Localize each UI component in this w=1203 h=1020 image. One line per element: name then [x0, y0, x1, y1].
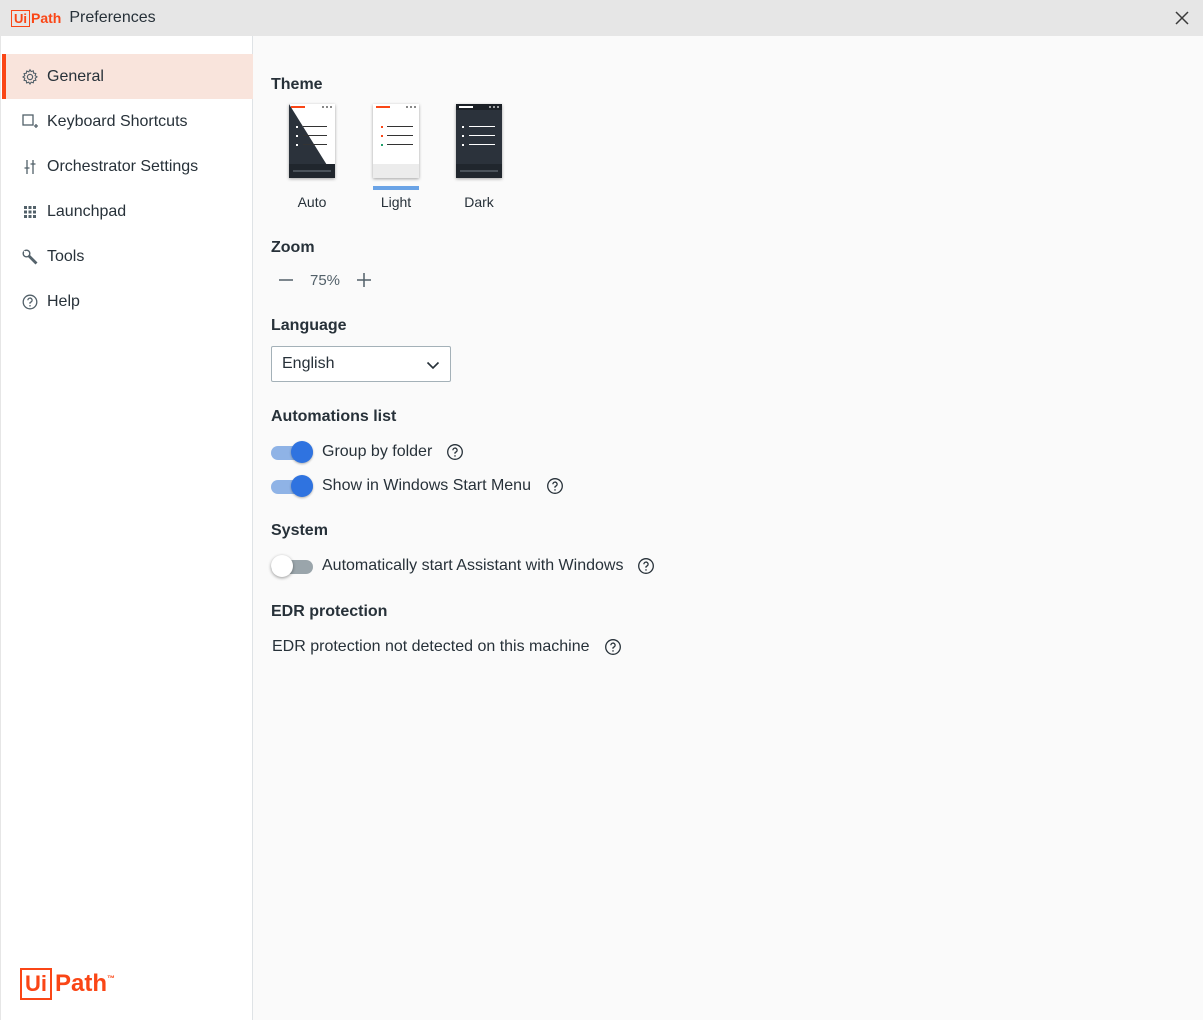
- light-theme-thumbnail: [373, 104, 419, 178]
- sidebar-item-help[interactable]: Help: [2, 279, 253, 324]
- language-section-title: Language: [271, 317, 347, 334]
- auto-start-toggle[interactable]: [271, 554, 313, 578]
- uipath-logo: Ui Path ™: [20, 968, 115, 1000]
- zoom-out-button[interactable]: [271, 268, 301, 292]
- sidebar-item-tools[interactable]: Tools: [2, 234, 253, 279]
- help-icon[interactable]: [637, 557, 655, 575]
- theme-label: Auto: [297, 194, 327, 210]
- sidebar-item-keyboard-shortcuts[interactable]: Keyboard Shortcuts: [2, 99, 253, 144]
- zoom-value: 75%: [309, 271, 341, 289]
- show-in-start-menu-toggle[interactable]: [271, 474, 313, 498]
- logo-ui: Ui: [20, 968, 52, 1000]
- toggle-label: Show in Windows Start Menu: [322, 477, 531, 494]
- group-by-folder-toggle[interactable]: [271, 440, 313, 464]
- window-title: Preferences: [69, 9, 156, 26]
- help-circle-icon: [21, 293, 39, 311]
- keyboard-shortcut-icon: [21, 113, 39, 131]
- plus-icon: [357, 273, 371, 287]
- zoom-control: 75%: [271, 268, 379, 292]
- theme-option-light[interactable]: Light: [366, 102, 426, 217]
- edr-status-row: EDR protection not detected on this mach…: [272, 636, 622, 658]
- theme-label: Dark: [464, 194, 494, 210]
- logo-path: Path: [31, 10, 62, 26]
- theme-section-title: Theme: [271, 76, 323, 93]
- sidebar: General Keyboard Shortcuts Orchestrator …: [0, 36, 253, 1020]
- language-selected-value: English: [282, 355, 335, 372]
- logo-ui: Ui: [11, 9, 30, 27]
- logo-path: Path: [55, 970, 108, 997]
- title-bar: Ui Path Preferences: [0, 0, 1203, 36]
- theme-label: Light: [380, 194, 412, 210]
- sidebar-item-launchpad[interactable]: Launchpad: [2, 189, 253, 234]
- close-icon[interactable]: [1173, 9, 1191, 27]
- automations-section-title: Automations list: [271, 408, 397, 425]
- sidebar-item-label: Launchpad: [47, 202, 127, 220]
- main-panel: Theme Auto Light Dark Zoom 75% Language …: [254, 36, 1203, 1020]
- toggle-label: Automatically start Assistant with Windo…: [322, 557, 624, 574]
- chevron-down-icon: [426, 358, 440, 372]
- system-section-title: System: [271, 522, 328, 539]
- auto-start-row: Automatically start Assistant with Windo…: [271, 554, 655, 578]
- auto-theme-thumbnail: [289, 104, 335, 178]
- help-icon[interactable]: [446, 443, 464, 461]
- theme-option-auto[interactable]: Auto: [282, 102, 342, 217]
- theme-option-dark[interactable]: Dark: [449, 102, 509, 217]
- dark-theme-thumbnail: [456, 104, 502, 178]
- app-logo: Ui Path: [11, 9, 62, 27]
- sidebar-item-label: General: [47, 67, 104, 85]
- language-dropdown[interactable]: English: [271, 346, 451, 382]
- sidebar-item-orchestrator-settings[interactable]: Orchestrator Settings: [2, 144, 253, 189]
- zoom-in-button[interactable]: [349, 268, 379, 292]
- sidebar-item-label: Orchestrator Settings: [47, 157, 199, 175]
- edr-section-title: EDR protection: [271, 603, 388, 620]
- grid-icon: [21, 203, 39, 221]
- wrench-icon: [21, 248, 39, 266]
- minus-icon: [279, 279, 293, 281]
- show-in-start-menu-row: Show in Windows Start Menu: [271, 474, 564, 498]
- selected-theme-indicator: [373, 186, 419, 190]
- sidebar-item-label: Help: [47, 292, 80, 310]
- sliders-icon: [21, 158, 39, 176]
- gear-icon: [21, 68, 39, 86]
- sidebar-item-general[interactable]: General: [2, 54, 253, 99]
- edr-status-text: EDR protection not detected on this mach…: [272, 638, 590, 655]
- sidebar-item-label: Keyboard Shortcuts: [47, 112, 188, 130]
- help-icon[interactable]: [546, 477, 564, 495]
- logo-trademark: ™: [107, 973, 116, 983]
- sidebar-item-label: Tools: [47, 247, 85, 265]
- group-by-folder-row: Group by folder: [271, 440, 464, 464]
- help-icon[interactable]: [604, 638, 622, 656]
- zoom-section-title: Zoom: [271, 239, 315, 256]
- toggle-label: Group by folder: [322, 443, 433, 460]
